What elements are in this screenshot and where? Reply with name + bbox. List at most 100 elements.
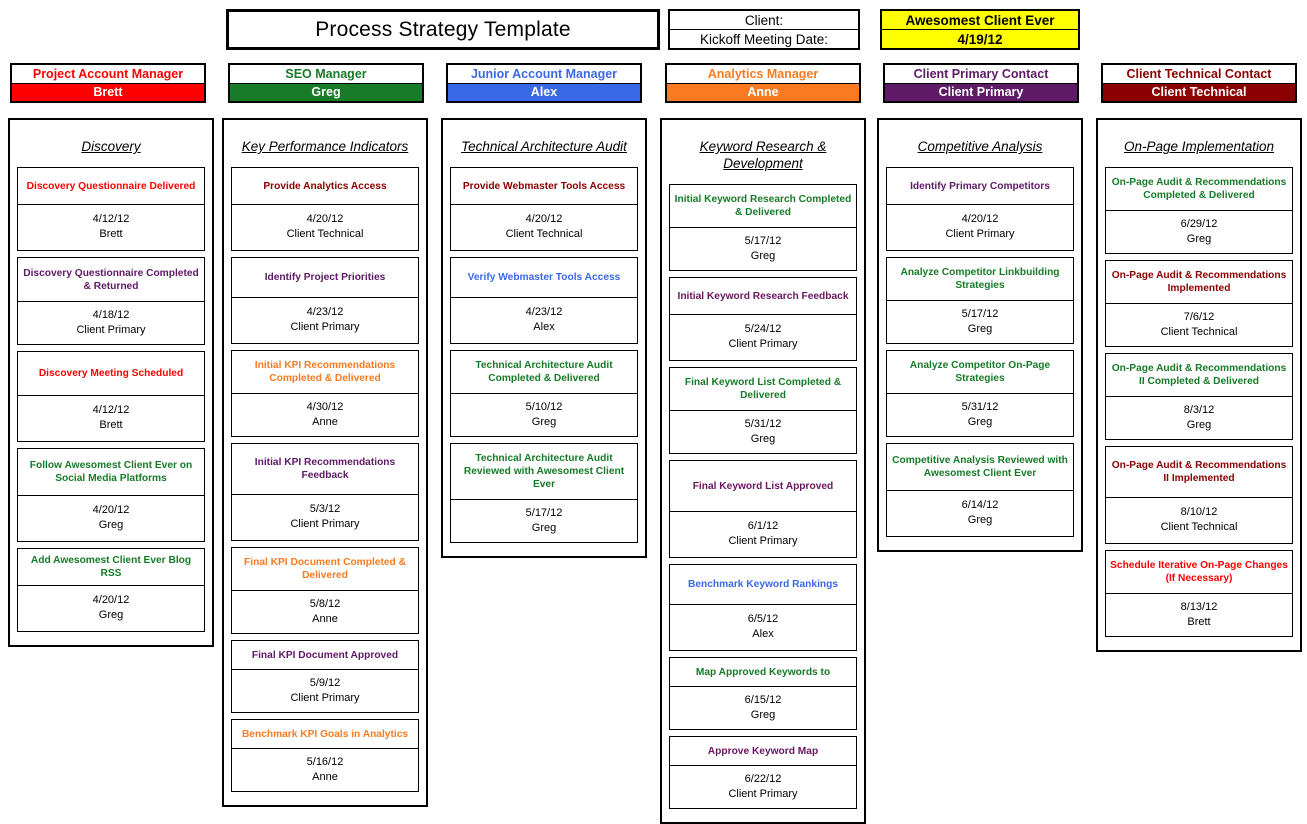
task-card[interactable]: Follow Awesomest Client Ever on Social M… (17, 448, 205, 542)
process-column: Key Performance Indicators Provide Analyt… (222, 118, 428, 807)
task-card[interactable]: Final KPI Document Approved 5/9/12 Client … (231, 640, 419, 713)
task-name: Competitive Analysis Reviewed with Aweso… (887, 444, 1073, 491)
task-card[interactable]: Initial KPI Recommendations Completed & … (231, 350, 419, 437)
task-owner: Client Technical (1160, 325, 1238, 338)
task-due-date: 6/15/12 (744, 693, 782, 706)
task-card[interactable]: Initial KPI Recommendations Feedback 5/3/… (231, 443, 419, 541)
task-due-date: 4/30/12 (306, 400, 344, 413)
task-due-date: 4/23/12 (306, 306, 344, 318)
task-name: Identify Project Priorities (232, 258, 418, 298)
task-card[interactable]: Discovery Questionnaire Completed & Retu… (17, 257, 205, 345)
role-chip: SEO Manager Greg (228, 63, 424, 103)
kickoff-meeting-date-label: Kickoff Meeting Date: (699, 31, 829, 47)
task-card[interactable]: Provide Analytics Access 4/20/12 Client Te… (231, 167, 419, 251)
task-name: Initial Keyword Research Feedback (670, 278, 856, 315)
task-meta: 4/20/12 Greg (18, 496, 204, 541)
task-meta: 5/31/12 Greg (887, 394, 1073, 436)
task-due-date: 5/24/12 (744, 323, 782, 335)
task-meta: 8/3/12 Greg (1106, 397, 1292, 439)
task-owner: Client Primary (290, 321, 360, 333)
task-card[interactable]: Identify Project Priorities 4/23/12 Client… (231, 257, 419, 344)
task-card[interactable]: On-Page Audit & Recommendations Implemen… (1105, 260, 1293, 347)
task-due-date: 8/3/12 (1183, 403, 1215, 416)
task-card[interactable]: On-Page Audit & Recommendations Complete… (1105, 167, 1293, 254)
task-meta: 6/14/12 Greg (887, 491, 1073, 536)
task-owner: Client Technical (1160, 521, 1238, 533)
task-name: Map Approved Keywords to (670, 658, 856, 687)
task-name: Initial Keyword Research Completed & Del… (670, 185, 856, 228)
task-card[interactable]: Final Keyword List Approved 6/1/12 Client … (669, 460, 857, 558)
task-card[interactable]: Approve Keyword Map 6/22/12 Client Primary (669, 736, 857, 809)
task-due-date: 4/20/12 (306, 213, 344, 225)
task-due-date: 6/22/12 (744, 772, 782, 785)
task-card[interactable]: Map Approved Keywords to 6/15/12 Greg (669, 657, 857, 730)
role-title: Junior Account Manager (448, 65, 640, 83)
task-owner: Client Primary (728, 338, 798, 350)
task-card[interactable]: Technical Architecture Audit Reviewed wi… (450, 443, 638, 543)
task-meta: 5/16/12 Anne (232, 749, 418, 791)
task-meta: 4/18/12 Client Primary (18, 302, 204, 344)
task-meta: 5/17/12 Greg (887, 301, 1073, 343)
task-card[interactable]: On-Page Audit & Recommendations II Compl… (1105, 353, 1293, 440)
task-card[interactable]: Final Keyword List Completed & Delivered… (669, 367, 857, 454)
task-owner: Anne (312, 770, 338, 783)
task-name: Identify Primary Competitors (887, 168, 1073, 205)
task-due-date: 5/17/12 (744, 234, 782, 247)
task-card[interactable]: Discovery Questionnaire Delivered 4/12/12… (17, 167, 205, 251)
task-owner: Client Primary (728, 535, 798, 547)
kickoff-meeting-date-value: 4/19/12 (957, 31, 1003, 47)
task-card[interactable]: Provide Webmaster Tools Access 4/20/12 Cli… (450, 167, 638, 251)
task-owner: Greg (750, 708, 776, 721)
task-name: On-Page Audit & Recommendations II Compl… (1106, 354, 1292, 397)
task-card[interactable]: Final KPI Document Completed & Delivered… (231, 547, 419, 634)
task-name: Provide Webmaster Tools Access (451, 168, 637, 205)
role-chip: Client Primary Contact Client Primary (883, 63, 1079, 103)
task-name: Technical Architecture Audit Reviewed wi… (451, 444, 637, 500)
task-owner: Client Technical (505, 228, 583, 240)
task-card[interactable]: Competitive Analysis Reviewed with Aweso… (886, 443, 1074, 537)
task-owner: Greg (98, 609, 124, 621)
task-name: Analyze Competitor On-Page Strategies (887, 351, 1073, 394)
task-due-date: 5/31/12 (961, 400, 999, 413)
task-name: Discovery Meeting Scheduled (18, 352, 204, 396)
task-card[interactable]: Analyze Competitor On-Page Strategies 5/3… (886, 350, 1074, 437)
task-meta: 7/6/12 Client Technical (1106, 304, 1292, 346)
task-name: Analyze Competitor Linkbuilding Strategi… (887, 258, 1073, 301)
task-card[interactable]: Schedule Iterative On-Page Changes (If N… (1105, 550, 1293, 637)
role-chip: Junior Account Manager Alex (446, 63, 642, 103)
task-meta: 5/10/12 Greg (451, 394, 637, 436)
task-card[interactable]: Benchmark KPI Goals in Analytics 5/16/12 A… (231, 719, 419, 792)
task-card[interactable]: Analyze Competitor Linkbuilding Strategi… (886, 257, 1074, 344)
task-meta: 6/22/12 Client Primary (670, 766, 856, 808)
task-name: Approve Keyword Map (670, 737, 856, 766)
task-meta: 5/9/12 Client Primary (232, 670, 418, 712)
role-title: Project Account Manager (12, 65, 204, 83)
column-title: Competitive Analysis (917, 139, 1043, 154)
task-meta: 4/30/12 Anne (232, 394, 418, 436)
task-meta: 6/15/12 Greg (670, 687, 856, 729)
task-name: Follow Awesomest Client Ever on Social M… (18, 449, 204, 496)
task-card[interactable]: Add Awesomest Client Ever Blog RSS 4/20/1… (17, 548, 205, 632)
column-title: Discovery (81, 139, 141, 154)
task-owner: Client Primary (76, 323, 146, 336)
task-card[interactable]: Verify Webmaster Tools Access 4/23/12 Alex (450, 257, 638, 344)
task-card[interactable]: Identify Primary Competitors 4/20/12 Clien… (886, 167, 1074, 251)
task-owner: Greg (967, 415, 993, 428)
role-person-name: Alex (448, 82, 640, 101)
process-column: On-Page Implementation On-Page Audit & Re… (1096, 118, 1302, 652)
column-title: Technical Architecture Audit (461, 139, 627, 154)
role-chip: Project Account Manager Brett (10, 63, 206, 103)
task-card[interactable]: Discovery Meeting Scheduled 4/12/12 Brett (17, 351, 205, 442)
task-card[interactable]: On-Page Audit & Recommendations II Imple… (1105, 446, 1293, 544)
task-owner: Client Primary (728, 787, 798, 800)
task-card[interactable]: Technical Architecture Audit Completed &… (450, 350, 638, 437)
task-owner: Greg (967, 514, 993, 526)
task-card[interactable]: Initial Keyword Research Completed & Del… (669, 184, 857, 271)
role-person-name: Anne (667, 82, 859, 101)
header: Process Strategy Template Client: Kickof… (0, 0, 1307, 110)
task-meta: 8/10/12 Client Technical (1106, 498, 1292, 543)
task-card[interactable]: Initial Keyword Research Feedback 5/24/12… (669, 277, 857, 361)
task-meta: 6/5/12 Alex (670, 605, 856, 650)
task-name: Discovery Questionnaire Delivered (18, 168, 204, 205)
role-title: SEO Manager (230, 65, 422, 83)
